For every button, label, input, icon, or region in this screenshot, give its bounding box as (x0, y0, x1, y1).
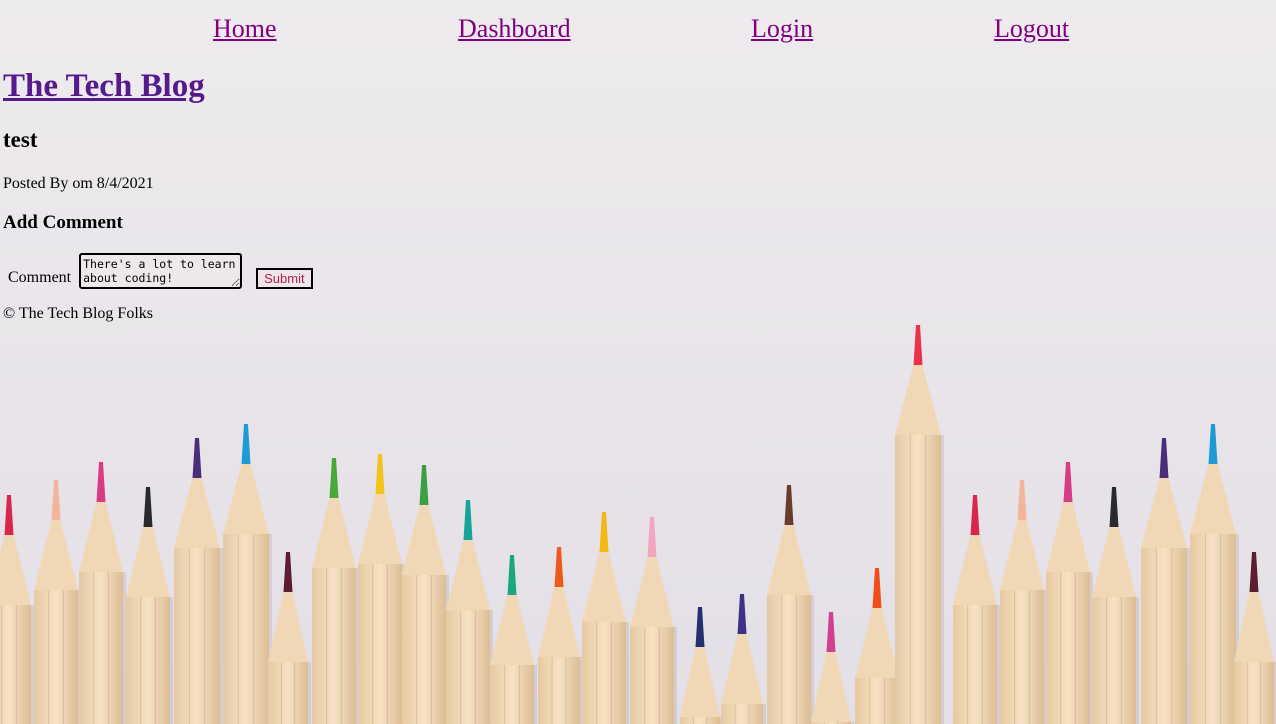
pencils-background-image (0, 0, 1276, 724)
nav-login-link[interactable]: Login (751, 14, 813, 44)
comment-form: Comment There's a lot to learn about cod… (8, 253, 313, 289)
site-title: The Tech Blog (3, 68, 205, 105)
post-title: test (3, 127, 38, 152)
main-nav: Home Dashboard Login Logout (0, 14, 1276, 50)
nav-logout-link[interactable]: Logout (994, 14, 1069, 44)
footer: © The Tech Blog Folks (3, 305, 153, 322)
add-comment-heading: Add Comment (3, 212, 123, 233)
site-title-link[interactable]: The Tech Blog (3, 68, 205, 104)
nav-dashboard-link[interactable]: Dashboard (458, 14, 571, 44)
submit-button[interactable]: Submit (256, 268, 313, 289)
post-meta: Posted By om 8/4/2021 (3, 175, 154, 192)
comment-label: Comment (8, 269, 72, 286)
comment-textarea[interactable]: There's a lot to learn about coding! (79, 253, 243, 289)
nav-home-link[interactable]: Home (213, 14, 277, 44)
